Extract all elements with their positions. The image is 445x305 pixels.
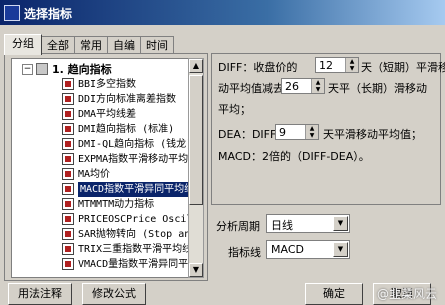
tab-custom[interactable]: 自编 <box>107 36 141 54</box>
indicator-panel: − 1. 趋向指标 BBI多空指数 DDI方向标准离差指数 DMA平均线差 DM… <box>4 53 208 281</box>
desc-line2-suffix: 天平（长期）滑移动 <box>328 82 427 95</box>
indicator-icon <box>62 123 74 135</box>
tab-time[interactable]: 时间 <box>140 36 174 54</box>
indicator-line-label: 指标线 <box>228 246 261 259</box>
collapse-icon[interactable]: − <box>22 64 33 75</box>
indicator-icon <box>62 168 74 180</box>
window-title: 选择指标 <box>24 7 73 21</box>
period-select[interactable]: 日线 ▼ <box>266 214 350 233</box>
tree-root-label: 1. 趋向指标 <box>52 63 112 76</box>
indicator-icon <box>62 138 74 150</box>
desc-diff-prefix: DIFF：收盘价的 <box>218 61 298 74</box>
scroll-up-icon[interactable]: ▲ <box>189 59 203 73</box>
spin-down-icon[interactable]: ▼ <box>312 86 324 93</box>
dea-period-spinner[interactable]: 9 ▲ ▼ <box>275 124 319 140</box>
desc-dea-suffix: 天平滑移动平均值； <box>323 128 422 141</box>
indicator-line-select[interactable]: MACD ▼ <box>266 240 350 259</box>
tree-scrollbar[interactable]: ▲ ▼ <box>188 58 204 278</box>
indicator-icon <box>62 78 74 90</box>
spin-up-icon[interactable]: ▲ <box>306 125 318 132</box>
long-period-spinner[interactable]: 26 ▲ ▼ <box>281 78 325 94</box>
tab-common[interactable]: 常用 <box>74 36 108 54</box>
indicator-icon <box>62 198 74 210</box>
indicator-icon <box>62 108 74 120</box>
watermark: @韭菜风云 <box>376 287 437 301</box>
desc-line2-prefix: 动平均值减去 <box>218 82 284 95</box>
tab-all[interactable]: 全部 <box>41 36 75 54</box>
usage-notes-button[interactable]: 用法注释 <box>8 283 72 305</box>
indicator-tree: − 1. 趋向指标 BBI多空指数 DDI方向标准离差指数 DMA平均线差 DM… <box>11 58 189 278</box>
spin-down-icon[interactable]: ▼ <box>306 132 318 139</box>
period-label: 分析周期 <box>216 220 260 233</box>
scroll-down-icon[interactable]: ▼ <box>189 263 203 277</box>
tab-group[interactable]: 分组 <box>4 34 42 55</box>
formula-description: DIFF：收盘价的 12 ▲ ▼ 天（短期）平滑移 动平均值减去 26 ▲ ▼ 天平… <box>211 53 445 205</box>
desc-diff-suffix: 天（短期）平滑移 <box>361 61 445 74</box>
indicator-icon <box>62 93 74 105</box>
indicator-icon <box>62 153 74 165</box>
indicator-icon <box>62 183 74 195</box>
edit-formula-button[interactable]: 修改公式 <box>82 283 146 305</box>
spin-down-icon[interactable]: ▼ <box>346 65 358 72</box>
ok-button[interactable]: 确定 <box>305 283 363 305</box>
indicator-icon <box>62 213 74 225</box>
folder-icon <box>36 63 48 75</box>
app-icon <box>4 5 20 21</box>
indicator-icon <box>62 258 74 270</box>
chevron-down-icon[interactable]: ▼ <box>333 242 348 257</box>
chevron-down-icon[interactable]: ▼ <box>333 216 348 231</box>
desc-macd: MACD：2倍的（DIFF-DEA）。 <box>218 150 370 163</box>
indicator-icon <box>62 243 74 255</box>
spin-up-icon[interactable]: ▲ <box>346 58 358 65</box>
scroll-thumb[interactable] <box>189 75 203 205</box>
title-bar: 选择指标 <box>0 0 445 25</box>
indicator-icon <box>62 228 74 240</box>
desc-line3: 平均； <box>218 103 251 116</box>
short-period-spinner[interactable]: 12 ▲ ▼ <box>315 57 359 73</box>
spin-up-icon[interactable]: ▲ <box>312 79 324 86</box>
